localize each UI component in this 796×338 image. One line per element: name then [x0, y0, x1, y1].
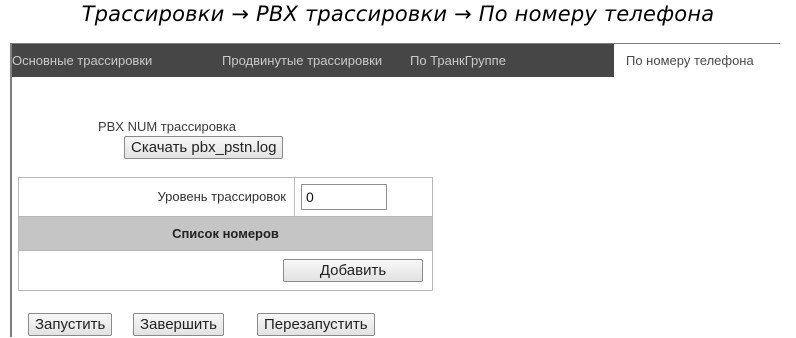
numbers-section-header: Список номеров	[18, 217, 433, 251]
tab-bar: Основные трассировки Продвинутые трассир…	[12, 44, 782, 77]
stop-button[interactable]: Завершить	[133, 313, 224, 336]
trace-level-label: Уровень трассировок	[19, 178, 295, 216]
tab-by-trunk-group[interactable]: По ТранкГруппе	[410, 44, 506, 77]
numbers-section-title: Список номеров	[172, 226, 279, 241]
tab-by-phone-number[interactable]: По номеру телефона	[614, 44, 782, 77]
tab-content: PBX NUM трассировка завершена. Скачать p…	[12, 77, 782, 338]
tab-advanced-traces[interactable]: Продвинутые трассировки	[222, 44, 382, 77]
restart-button[interactable]: Перезапустить	[257, 313, 375, 336]
start-button[interactable]: Запустить	[28, 313, 113, 336]
tracing-panel: Основные трассировки Продвинутые трассир…	[10, 43, 782, 338]
download-log-button[interactable]: Скачать pbx_pstn.log	[124, 136, 284, 159]
trace-level-row: Уровень трассировок	[18, 177, 433, 217]
tab-basic-traces[interactable]: Основные трассировки	[12, 44, 160, 77]
add-number-button[interactable]: Добавить	[283, 259, 423, 282]
page-caption: Трассировки → PBX трассировки → По номер…	[81, 2, 715, 26]
trace-level-input[interactable]	[301, 184, 387, 210]
trace-settings-table: Уровень трассировок Список номеров Добав…	[18, 177, 433, 327]
numbers-add-row: Добавить	[18, 251, 433, 291]
